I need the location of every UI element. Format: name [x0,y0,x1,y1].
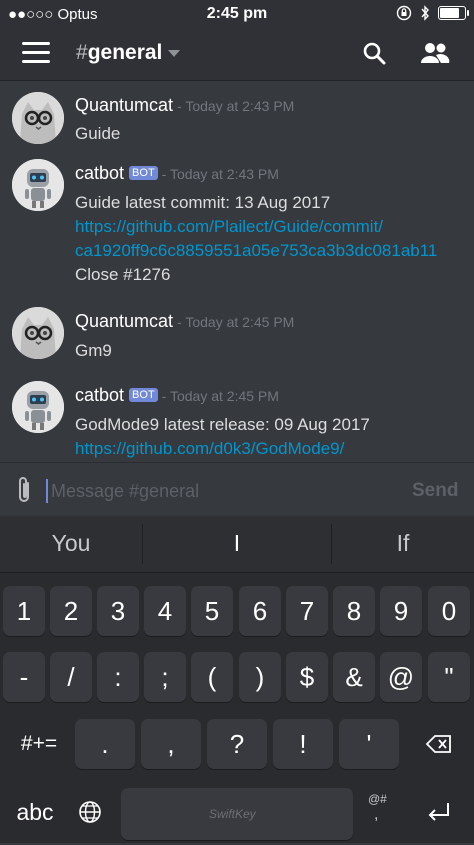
bot-badge: BOT [129,166,158,180]
bot-badge: BOT [129,388,158,402]
backspace-icon [425,735,451,753]
return-icon [428,803,449,821]
attachment-icon[interactable] [16,475,34,505]
avatar[interactable] [12,381,64,433]
key-4[interactable]: 4 [144,586,186,636]
space-key-brand: SwiftKey [209,807,256,821]
key-question[interactable]: ? [207,719,267,769]
key-0[interactable]: 0 [428,586,470,636]
channel-name: general [87,41,163,64]
globe-key[interactable] [68,786,112,838]
avatar[interactable] [12,159,64,211]
message-item: catbot BOT - Today at 2:43 PM Guide latest… [0,159,474,309]
key-ampersand[interactable]: & [333,652,375,702]
key-close-paren[interactable]: ) [239,652,281,702]
key-colon[interactable]: : [97,652,139,702]
message-text: Guide [75,124,121,143]
key-7[interactable]: 7 [286,586,328,636]
key-period[interactable]: . [75,719,135,769]
status-icons [396,5,469,21]
comma-hint: , [374,806,379,823]
message-header: catbot BOT - Today at 2:45 PM [75,385,279,406]
key-slash[interactable]: / [50,652,92,702]
prediction-bar: You I If [0,516,474,573]
key-quote[interactable]: " [428,652,470,702]
keyboard: You I If 1 2 3 4 5 6 7 8 9 0 - / : ; ( )… [0,516,474,843]
message-text: Guide latest commit: 13 Aug 2017 [75,193,331,212]
message-link[interactable]: https://github.com/d0k3/GodMode9/ [75,439,344,459]
message-item: Quantumcat - Today at 2:43 PM Guide [0,86,474,156]
key-2[interactable]: 2 [50,586,92,636]
channel-title[interactable]: #general [76,41,181,65]
timestamp: - Today at 2:45 PM [161,388,279,404]
message-item: Quantumcat - Today at 2:45 PM Gm9 [0,307,474,377]
username[interactable]: Quantumcat [75,311,173,331]
prediction-3[interactable]: If [332,530,474,557]
key-8[interactable]: 8 [333,586,375,636]
avatar[interactable] [12,307,64,359]
key-3[interactable]: 3 [97,586,139,636]
alt-symbols-key[interactable]: @# , [360,786,400,838]
key-semicolon[interactable]: ; [144,652,186,702]
message-link[interactable]: https://github.com/Plailect/Guide/commit… [75,217,383,237]
message-header: catbot BOT - Today at 2:43 PM [75,163,279,184]
members-icon[interactable] [420,42,450,64]
username[interactable]: catbot [75,163,124,183]
key-5[interactable]: 5 [191,586,233,636]
return-key[interactable] [408,786,470,838]
prediction-2[interactable]: I [143,530,331,557]
key-comma[interactable]: , [141,719,201,769]
key-9[interactable]: 9 [380,586,422,636]
orientation-lock-icon [396,5,412,21]
timestamp: - Today at 2:43 PM [161,166,279,182]
message-text: Close #1276 [75,265,171,284]
space-key[interactable]: SwiftKey [121,788,353,840]
message-header: Quantumcat - Today at 2:43 PM [75,95,294,116]
message-list[interactable]: Quantumcat - Today at 2:43 PM Guide catbo… [0,81,474,462]
avatar[interactable] [12,92,64,144]
key-hyphen[interactable]: - [3,652,45,702]
username[interactable]: Quantumcat [75,95,173,115]
channel-header: #general [0,28,474,81]
key-open-paren[interactable]: ( [191,652,233,702]
message-input[interactable] [51,479,401,503]
send-button[interactable]: Send [412,480,458,502]
key-exclamation[interactable]: ! [273,719,333,769]
battery-fill [440,8,459,18]
key-6[interactable]: 6 [239,586,281,636]
text-cursor [46,479,48,503]
channel-hash: # [76,41,88,64]
key-dollar[interactable]: $ [286,652,328,702]
status-bar: ●●○○○ Optus 2:45 pm [0,0,474,28]
prediction-1[interactable]: You [0,530,142,557]
abc-key[interactable]: abc [4,786,66,838]
search-icon[interactable] [362,41,386,65]
username[interactable]: catbot [75,385,124,405]
timestamp: - Today at 2:45 PM [177,314,295,330]
message-item: catbot BOT - Today at 2:45 PM GodMode9 lat… [0,381,474,462]
timestamp: - Today at 2:43 PM [177,98,295,114]
message-text: Gm9 [75,341,112,360]
symbols-key[interactable]: #+= [4,719,74,769]
key-at[interactable]: @ [380,652,422,702]
menu-icon[interactable] [22,42,50,64]
message-header: Quantumcat - Today at 2:45 PM [75,311,294,332]
battery-icon [438,6,469,20]
bluetooth-icon [421,5,429,21]
globe-icon [79,801,101,823]
backspace-key[interactable] [405,719,471,769]
alt-symbols-label: @# [368,792,387,806]
message-composer: Send [0,462,474,517]
key-1[interactable]: 1 [3,586,45,636]
chevron-down-icon [168,49,181,57]
key-apostrophe[interactable]: ' [339,719,399,769]
message-link[interactable]: ca1920ff9c6c8859551a05e753ca3b3dc081ab11 [75,241,437,261]
message-text: GodMode9 latest release: 09 Aug 2017 [75,415,370,434]
